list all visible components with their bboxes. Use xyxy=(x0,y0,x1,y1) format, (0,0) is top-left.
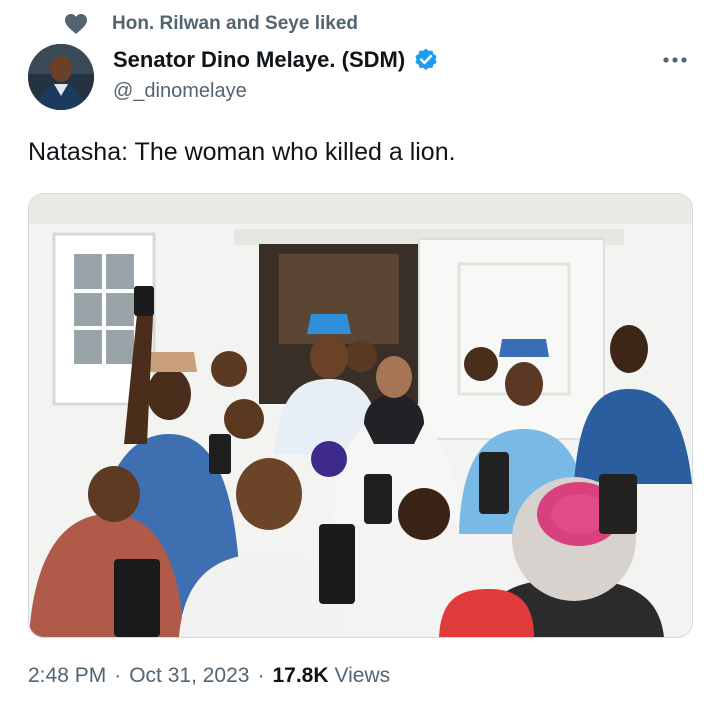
display-name[interactable]: Senator Dino Melaye. (SDM) xyxy=(113,47,405,73)
social-context[interactable]: Hon. Rilwan and Seye liked xyxy=(65,10,359,38)
more-options-button[interactable] xyxy=(658,48,692,72)
handle[interactable]: @_dinomelaye xyxy=(113,80,439,103)
author-block: Senator Dino Melaye. (SDM) @_dinomelaye xyxy=(113,44,439,103)
tweet-media-photo[interactable] xyxy=(28,193,693,638)
views-count[interactable]: 17.8K xyxy=(272,664,328,688)
meta-separator: · xyxy=(257,664,265,687)
verified-badge-icon xyxy=(415,48,437,71)
crowd-photo-image xyxy=(29,194,692,637)
tweet-meta: 2:48 PM · Oct 31, 2023 · 17.8K Views xyxy=(28,664,390,688)
social-context-text: Hon. Rilwan and Seye liked xyxy=(112,13,359,34)
meta-separator: · xyxy=(114,664,122,687)
tweet-text: Natasha: The woman who killed a lion. xyxy=(28,138,456,166)
tweet-time[interactable]: 2:48 PM xyxy=(28,664,106,688)
heart-icon xyxy=(65,14,87,34)
more-dots-icon xyxy=(663,57,687,63)
tweet-date[interactable]: Oct 31, 2023 xyxy=(129,664,249,688)
avatar-image xyxy=(28,44,94,110)
avatar[interactable] xyxy=(28,44,94,110)
views-label: Views xyxy=(334,664,391,687)
